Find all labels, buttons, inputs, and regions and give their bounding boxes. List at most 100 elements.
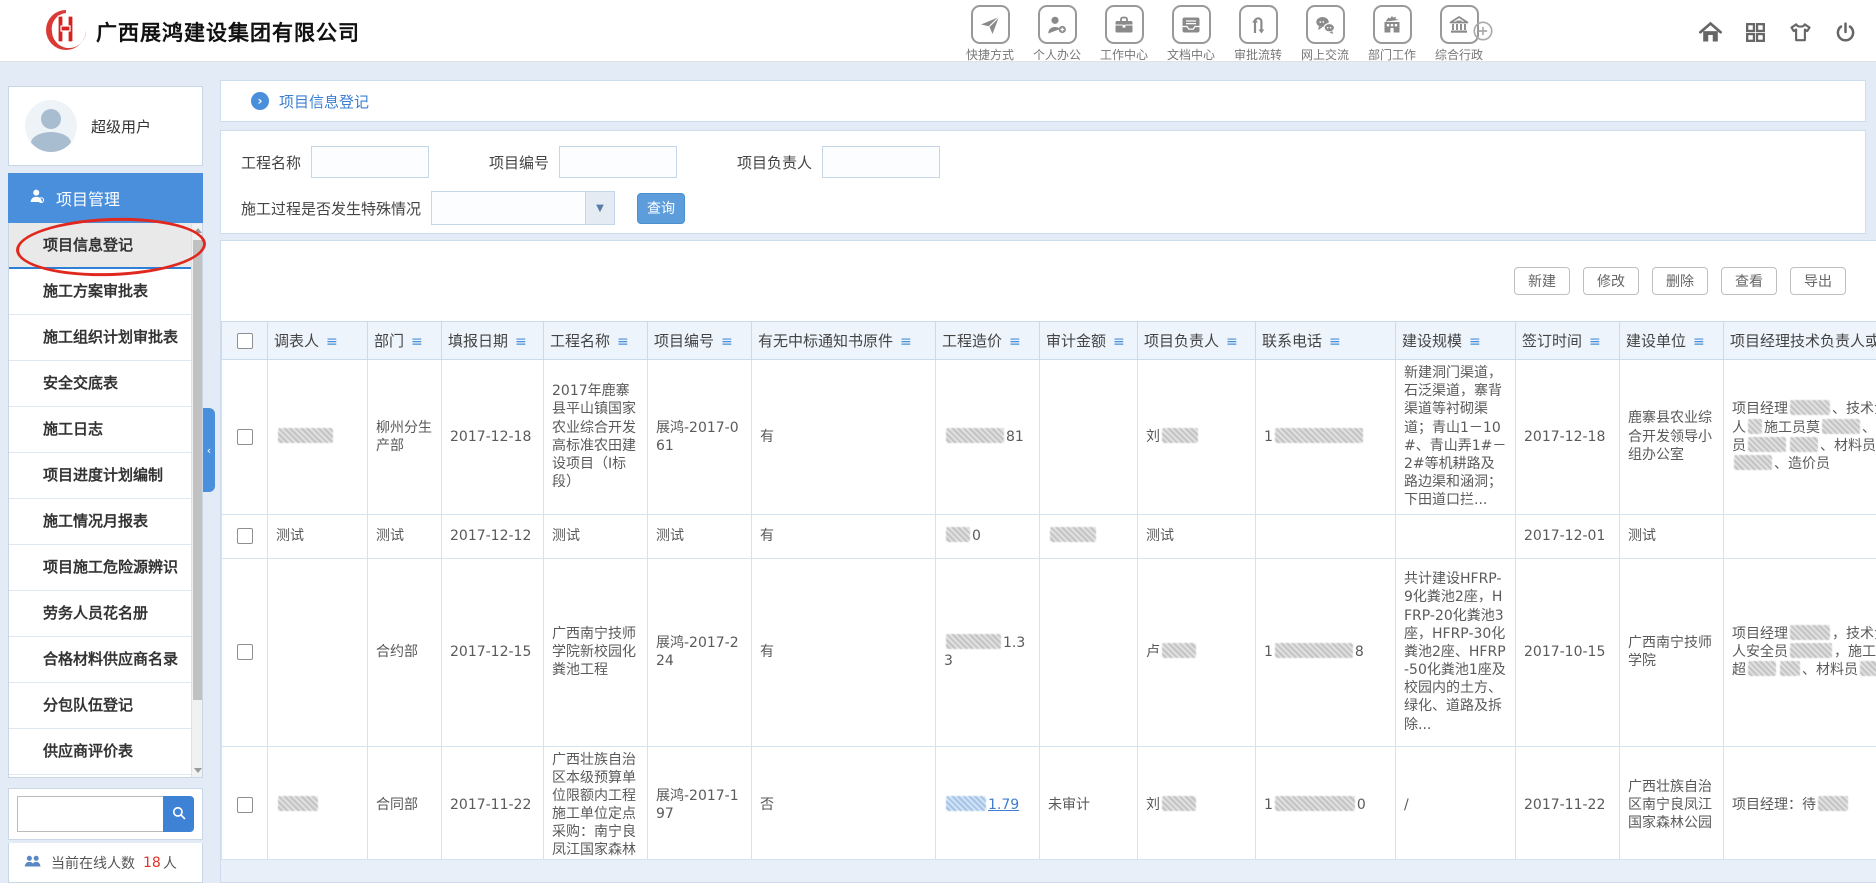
scroll-up-icon[interactable] bbox=[194, 228, 202, 233]
power-icon[interactable] bbox=[1833, 20, 1858, 45]
table-cell: 测试 bbox=[268, 514, 368, 558]
plus-circle-icon[interactable] bbox=[1472, 20, 1494, 46]
sort-icon[interactable]: ≡ bbox=[411, 334, 423, 350]
sort-icon[interactable]: ≡ bbox=[326, 334, 338, 350]
topbar-nav-item[interactable]: 工作中心 bbox=[1096, 5, 1152, 63]
topbar-nav-item[interactable]: 快捷方式 bbox=[962, 5, 1018, 63]
sidebar-collapse-handle[interactable]: ‹ bbox=[203, 408, 215, 492]
scrollbar-thumb[interactable] bbox=[193, 240, 202, 700]
sort-icon[interactable]: ≡ bbox=[1329, 334, 1341, 350]
sidebar-item[interactable]: 施工组织计划审批表 bbox=[9, 315, 202, 361]
table-cell: 鹿寨县农业综合开发领导小组办公室 bbox=[1620, 360, 1724, 515]
sidebar-search-input[interactable] bbox=[17, 796, 163, 832]
sidebar-search bbox=[8, 788, 203, 840]
column-header[interactable]: 部门≡ bbox=[368, 322, 442, 360]
sidebar-item[interactable]: 施工方案审批表 bbox=[9, 269, 202, 315]
query-button[interactable]: 查询 bbox=[637, 193, 685, 224]
scroll-down-icon[interactable] bbox=[194, 768, 202, 773]
sort-icon[interactable]: ≡ bbox=[1113, 334, 1125, 350]
sort-icon[interactable]: ≡ bbox=[1589, 334, 1601, 350]
redacted-text bbox=[1275, 428, 1363, 443]
column-header[interactable]: 签订时间≡ bbox=[1516, 322, 1620, 360]
sidebar-item[interactable]: 施工情况月报表 bbox=[9, 499, 202, 545]
view-button[interactable]: 查看 bbox=[1721, 267, 1777, 295]
sidebar-item[interactable]: 项目进度计划编制 bbox=[9, 453, 202, 499]
column-header[interactable]: 联系电话 ≡ bbox=[1256, 322, 1396, 360]
modify-button[interactable]: 修改 bbox=[1583, 267, 1639, 295]
column-header-label: 联系电话 bbox=[1262, 332, 1322, 350]
sidebar-item[interactable]: 合格材料供应商名录 bbox=[9, 637, 202, 683]
select-dropdown-button[interactable]: ▼ bbox=[585, 191, 615, 225]
column-header[interactable]: 调表人≡ bbox=[268, 322, 368, 360]
column-header-label: 有无中标通知书原件 bbox=[758, 332, 893, 350]
sidebar-item[interactable]: 施工日志 bbox=[9, 407, 202, 453]
column-header-label: 建设单位 bbox=[1626, 332, 1686, 350]
table-cell: 有 bbox=[752, 360, 936, 515]
sidebar-item[interactable]: 分包队伍登记 bbox=[9, 683, 202, 729]
sort-icon[interactable]: ≡ bbox=[1226, 334, 1238, 350]
select-all-checkbox[interactable] bbox=[237, 333, 253, 349]
cell-text: 81 bbox=[1006, 429, 1024, 445]
cell-text: 柳州分生产部 bbox=[376, 420, 432, 454]
column-header[interactable]: 项目负责人≡ bbox=[1138, 322, 1256, 360]
column-header-label: 建设规模 bbox=[1402, 332, 1462, 350]
redacted-text bbox=[1748, 661, 1776, 676]
new-button[interactable]: 新建 bbox=[1514, 267, 1570, 295]
sidebar-search-button[interactable] bbox=[163, 796, 194, 832]
column-header[interactable]: 工程造价≡ bbox=[936, 322, 1040, 360]
delete-button[interactable]: 删除 bbox=[1652, 267, 1708, 295]
sidebar-item[interactable]: 劳务人员花名册 bbox=[9, 591, 202, 637]
topbar-nav-item[interactable]: 审批流转 bbox=[1230, 5, 1286, 63]
table-cell: 2017年鹿寨县平山镇国家农业综合开发高标准农田建设项目（I标段） bbox=[544, 360, 648, 515]
cell-text: 项目经理 bbox=[1732, 626, 1788, 642]
sidebar-scrollbar[interactable] bbox=[191, 224, 202, 777]
sidebar-item[interactable]: 项目信息登记 bbox=[9, 223, 202, 269]
redacted-text bbox=[1822, 419, 1860, 434]
topbar-nav-item[interactable]: 部门工作 bbox=[1364, 5, 1420, 63]
column-header-label: 项目编号 bbox=[654, 332, 714, 350]
sort-icon[interactable]: ≡ bbox=[617, 334, 629, 350]
home-icon[interactable] bbox=[1697, 19, 1724, 46]
project-code-input[interactable] bbox=[559, 146, 677, 178]
sidebar-item[interactable]: 安全交底表 bbox=[9, 361, 202, 407]
sort-icon[interactable]: ≡ bbox=[1469, 334, 1481, 350]
column-header[interactable]: 填报日期≡ bbox=[442, 322, 544, 360]
topbar-nav-item[interactable]: 网上交流 bbox=[1297, 5, 1353, 63]
sort-icon[interactable]: ≡ bbox=[900, 334, 912, 350]
project-name-input[interactable] bbox=[311, 146, 429, 178]
people-icon bbox=[23, 851, 43, 875]
column-header[interactable]: 建设单位 ≡ bbox=[1620, 322, 1724, 360]
topbar-nav-item[interactable]: 文档中心 bbox=[1163, 5, 1219, 63]
column-header[interactable]: 工程名称≡ bbox=[544, 322, 648, 360]
cell-text: 2017-12-18 bbox=[1524, 429, 1605, 445]
cell-link[interactable]: 1.79 bbox=[988, 797, 1019, 813]
sidebar-group-project-management[interactable]: 项目管理 bbox=[8, 173, 203, 223]
sort-icon[interactable]: ≡ bbox=[721, 334, 733, 350]
column-header[interactable]: 建设规模 ≡ bbox=[1396, 322, 1516, 360]
cell-text: 1 bbox=[1264, 644, 1273, 660]
department-building-icon bbox=[1373, 5, 1412, 44]
column-header[interactable]: 项目编号 ≡ bbox=[648, 322, 752, 360]
row-checkbox[interactable] bbox=[237, 797, 253, 813]
row-checkbox[interactable] bbox=[237, 429, 253, 445]
export-button[interactable]: 导出 bbox=[1790, 267, 1846, 295]
person-icon bbox=[28, 187, 46, 209]
sort-icon[interactable]: ≡ bbox=[515, 334, 527, 350]
sidebar-item[interactable]: 供应商评价表 bbox=[9, 729, 202, 775]
special-situation-select[interactable] bbox=[431, 191, 585, 225]
row-checkbox[interactable] bbox=[237, 528, 253, 544]
grid-icon[interactable] bbox=[1743, 20, 1768, 45]
column-header[interactable]: 有无中标通知书原件 ≡ bbox=[752, 322, 936, 360]
cell-text: 2017-10-15 bbox=[1524, 644, 1605, 660]
column-header[interactable]: 审计金额≡ bbox=[1040, 322, 1138, 360]
nav-item-label: 快捷方式 bbox=[966, 46, 1014, 63]
topbar-nav-item[interactable]: 个人办公 bbox=[1029, 5, 1085, 63]
sort-icon[interactable]: ≡ bbox=[1693, 334, 1705, 350]
horizontal-scrollbar-track[interactable] bbox=[221, 859, 1876, 882]
column-header[interactable]: 项目经理技术负责人或五 bbox=[1724, 322, 1876, 360]
row-checkbox[interactable] bbox=[237, 644, 253, 660]
sort-icon[interactable]: ≡ bbox=[1009, 334, 1021, 350]
shirt-icon[interactable] bbox=[1787, 19, 1814, 46]
sidebar-item[interactable]: 项目施工危险源辨识 bbox=[9, 545, 202, 591]
project-leader-input[interactable] bbox=[822, 146, 940, 178]
